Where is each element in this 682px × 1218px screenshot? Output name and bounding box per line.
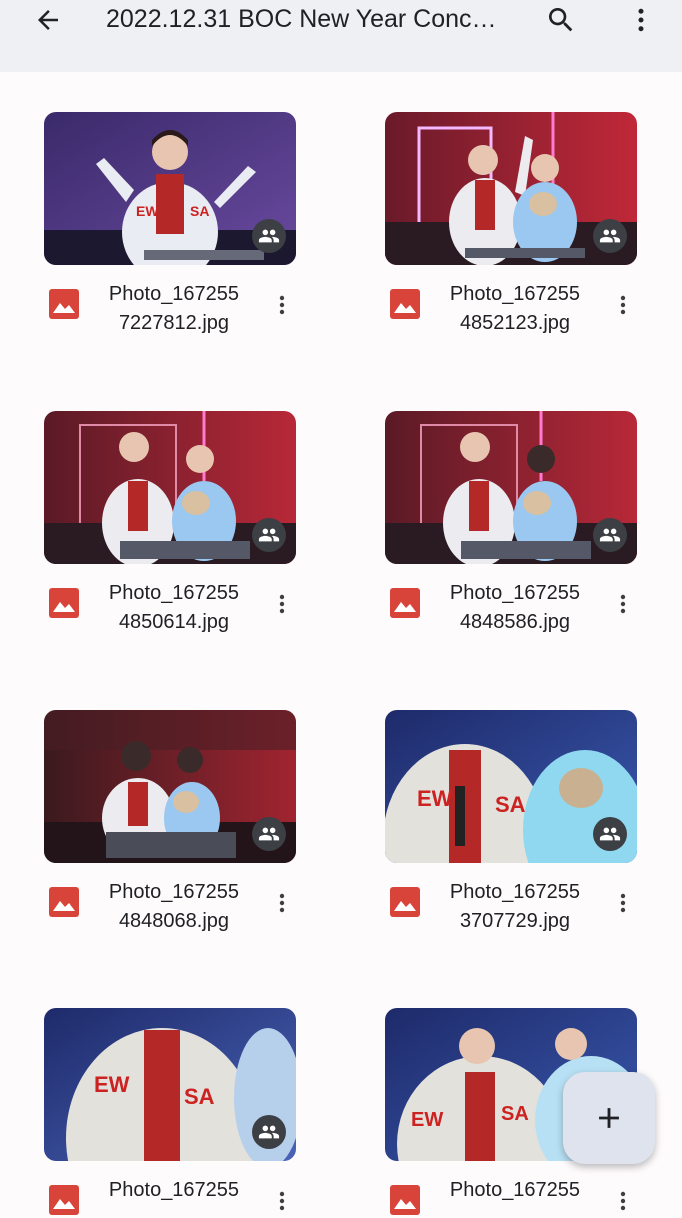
search-button[interactable] [540,0,582,40]
file-card[interactable]: EW SA Photo_167255 [44,1008,296,1200]
people-icon [258,1121,280,1143]
back-button[interactable] [28,0,68,40]
people-icon [258,823,280,845]
photo-thumbnail[interactable]: EW SA [44,1008,296,1161]
people-icon [599,524,621,546]
shared-badge [252,817,286,851]
image-file-icon [48,288,80,320]
svg-text:EW: EW [417,786,453,811]
folder-title: 2022.12.31 BOC New Year Conc… [106,5,497,33]
svg-text:EW: EW [136,203,159,219]
file-name: Photo_167255 3707729.jpg [449,881,581,932]
file-name: Photo_167255 4848586.jpg [449,582,581,633]
more-options-button[interactable] [624,0,658,40]
shared-badge [252,219,286,253]
more-vert-icon [270,288,294,322]
file-more-button[interactable] [611,886,635,920]
file-name: Photo_167255 4850614.jpg [108,582,240,633]
file-name: Photo_167255 4848068.jpg [108,881,240,932]
file-card[interactable]: Photo_167255 4850614.jpg [44,411,296,641]
photo-thumbnail[interactable] [385,411,637,564]
photo-thumbnail[interactable] [385,112,637,265]
people-icon [599,823,621,845]
more-vert-icon [270,886,294,920]
shared-badge [593,817,627,851]
image-file-icon [389,1184,421,1216]
file-more-button[interactable] [270,587,294,621]
shared-badge [252,518,286,552]
top-app-bar: 2022.12.31 BOC New Year Conc… [0,0,682,72]
svg-text:EW: EW [411,1109,443,1131]
file-more-button[interactable] [270,288,294,322]
image-file-icon [389,886,421,918]
image-file-icon [48,587,80,619]
file-card[interactable]: Photo_167255 4848586.jpg [385,411,637,641]
more-vert-icon [270,587,294,621]
people-icon [599,225,621,247]
file-card[interactable]: EW SA Photo_167255 7227812.jpg [44,112,296,342]
photo-thumbnail[interactable]: EW SA [44,112,296,265]
photo-thumbnail[interactable] [44,411,296,564]
svg-text:SA: SA [190,203,209,219]
svg-text:SA: SA [495,792,526,817]
add-icon [599,1108,619,1128]
shared-badge [593,518,627,552]
more-vert-icon [611,288,635,322]
image-file-icon [48,886,80,918]
new-item-fab[interactable] [563,1072,655,1164]
people-icon [258,524,280,546]
more-vert-icon [638,8,644,32]
image-file-icon [389,587,421,619]
photo-thumbnail[interactable] [44,710,296,863]
arrow-back-icon [38,10,58,30]
file-card[interactable]: Photo_167255 4848068.jpg [44,710,296,940]
file-card[interactable]: Photo_167255 4852123.jpg [385,112,637,342]
file-grid: EW SA Photo_167255 7227812.jpg Photo_167… [0,72,682,1200]
svg-text:SA: SA [501,1103,529,1125]
file-card[interactable]: EW SA Photo_167255 3707729.jpg [385,710,637,940]
more-vert-icon [611,587,635,621]
file-name: Photo_167255 4852123.jpg [449,283,581,334]
image-file-icon [48,1184,80,1216]
photo-thumbnail[interactable]: EW SA [385,710,637,863]
file-name: Photo_167255 7227812.jpg [108,283,240,334]
file-more-button[interactable] [611,288,635,322]
more-vert-icon [611,1184,635,1218]
shared-badge [593,219,627,253]
image-file-icon [389,288,421,320]
svg-text:SA: SA [184,1084,215,1109]
shared-badge [252,1115,286,1149]
more-vert-icon [611,886,635,920]
search-icon [549,8,573,32]
file-more-button[interactable] [270,1184,294,1218]
people-icon [258,225,280,247]
file-name: Photo_167255 [449,1179,581,1201]
svg-text:EW: EW [94,1072,130,1097]
more-vert-icon [270,1184,294,1218]
file-name: Photo_167255 [108,1179,240,1201]
file-more-button[interactable] [611,587,635,621]
file-more-button[interactable] [270,886,294,920]
file-more-button[interactable] [611,1184,635,1218]
